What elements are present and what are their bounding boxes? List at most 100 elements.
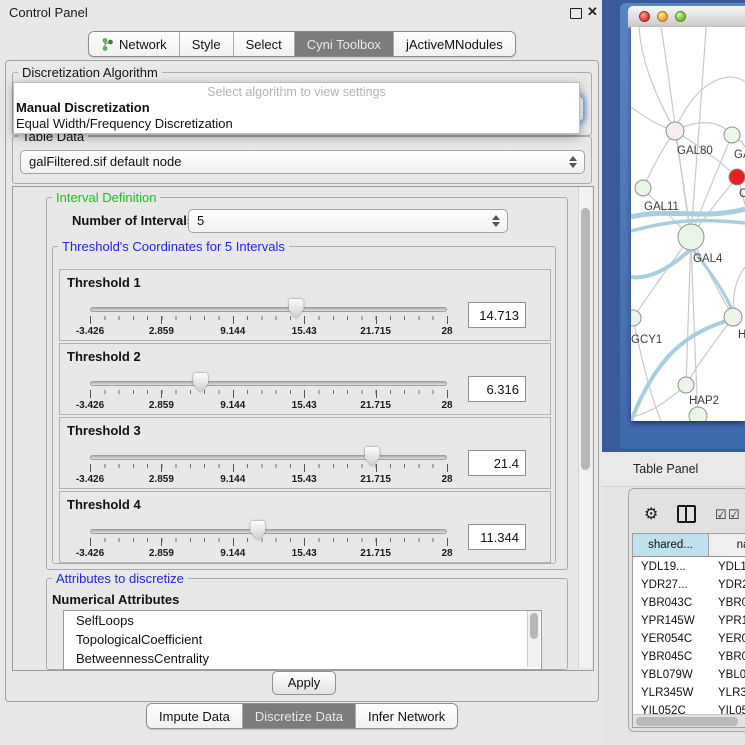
minimize-traffic-light[interactable] bbox=[657, 11, 668, 22]
table-data-combo[interactable]: galFiltered.sif default node bbox=[20, 150, 585, 174]
tab-select[interactable]: Select bbox=[234, 32, 295, 56]
close-traffic-light[interactable] bbox=[639, 11, 650, 22]
tick-label: 2.859 bbox=[149, 474, 174, 485]
tick bbox=[90, 538, 91, 546]
checkbox-icon[interactable]: ☑ bbox=[715, 507, 727, 523]
tab-cyni-toolbox[interactable]: Cyni Toolbox bbox=[295, 32, 394, 56]
tick bbox=[304, 316, 305, 324]
table-row[interactable]: YDR27...YDR277C bbox=[633, 576, 745, 594]
list-item-betweennesscentrality[interactable]: BetweennessCentrality bbox=[64, 649, 541, 668]
tab-jactivemnodules[interactable]: jActiveMNodules bbox=[394, 32, 515, 56]
number-of-intervals-combo[interactable]: 5 bbox=[188, 209, 508, 233]
column-header-name[interactable]: name bbox=[709, 534, 745, 557]
scrollbar-thumb[interactable] bbox=[581, 208, 590, 470]
control-panel-titlebar: Control Panel ✕ bbox=[0, 0, 602, 24]
apply-button[interactable]: Apply bbox=[272, 671, 336, 695]
slider-minor-ticks bbox=[90, 464, 448, 468]
slider-track[interactable] bbox=[90, 455, 447, 460]
table-row[interactable]: YER054CYER054C bbox=[633, 630, 745, 648]
network-node-gal4[interactable] bbox=[678, 224, 704, 250]
network-edge-highlighted[interactable] bbox=[631, 249, 691, 277]
tab-network[interactable]: Network bbox=[89, 32, 180, 56]
attributes-list-scrollbar[interactable] bbox=[527, 611, 540, 667]
horizontal-scrollbar[interactable] bbox=[633, 714, 745, 728]
tab-label: Cyni Toolbox bbox=[307, 33, 381, 56]
gear-icon[interactable]: ⚙ bbox=[644, 504, 658, 524]
network-edge[interactable] bbox=[691, 27, 706, 237]
threshold-label: Threshold 3 bbox=[67, 423, 141, 438]
list-item-topologicalcoefficient[interactable]: TopologicalCoefficient bbox=[64, 630, 541, 649]
slider-track[interactable] bbox=[90, 307, 447, 312]
table-row[interactable]: YBR045CYBR045C bbox=[633, 648, 745, 666]
table-row[interactable]: YDL19...YDL194W bbox=[633, 558, 745, 576]
slider-minor-ticks bbox=[90, 538, 448, 542]
network-node-gal11[interactable] bbox=[635, 180, 651, 196]
tick-label: 15.43 bbox=[292, 474, 317, 485]
split-table-icon[interactable] bbox=[677, 505, 696, 523]
threshold-value-field[interactable]: 6.316 bbox=[468, 376, 526, 402]
network-edge[interactable] bbox=[686, 237, 691, 385]
control-panel-title: Control Panel bbox=[9, 5, 88, 20]
checkbox-icon[interactable]: ☑ bbox=[728, 507, 740, 523]
tick-label: 9.144 bbox=[220, 400, 245, 411]
network-node-node-bottom[interactable] bbox=[689, 407, 707, 421]
tab-label: jActiveMNodules bbox=[406, 33, 503, 56]
tick-label: 15.43 bbox=[292, 400, 317, 411]
network-node-selected-red-node[interactable] bbox=[729, 169, 745, 185]
tick bbox=[447, 464, 448, 472]
scrollbar-thumb[interactable] bbox=[636, 717, 738, 726]
tick bbox=[304, 390, 305, 398]
scrollbar-thumb[interactable] bbox=[530, 613, 538, 639]
cell-name: YBR043C bbox=[718, 594, 745, 612]
attributes-group-title: Attributes to discretize bbox=[52, 572, 188, 586]
zoom-traffic-light[interactable] bbox=[675, 11, 686, 22]
table-row[interactable]: YPR145WYPR145W bbox=[633, 612, 745, 630]
node-label-gal80: GAL80 bbox=[677, 145, 713, 157]
network-edge[interactable] bbox=[639, 27, 675, 131]
node-table[interactable]: shared... name YDL19...YDL194WYDR27...YD… bbox=[632, 533, 745, 728]
threshold-panel-3: Threshold 3-3.4262.8599.14415.4321.71528… bbox=[59, 417, 551, 489]
number-of-intervals-value: 5 bbox=[197, 213, 204, 228]
slider-track[interactable] bbox=[90, 381, 447, 386]
tab-impute-data[interactable]: Impute Data bbox=[147, 704, 243, 728]
table-row[interactable]: YLR345WYLR345W bbox=[633, 684, 745, 702]
network-node-node-right-h[interactable] bbox=[724, 308, 742, 326]
tick-label: 9.144 bbox=[220, 326, 245, 337]
tick bbox=[90, 390, 91, 398]
cell-name: YDR277C bbox=[718, 576, 745, 594]
thresholds-group: Threshold 1-3.4262.8599.14415.4321.71528… bbox=[52, 246, 556, 564]
algorithm-option-equal-width[interactable]: Equal Width/Frequency Discretization bbox=[16, 116, 233, 131]
algorithm-option-manual[interactable]: Manual Discretization bbox=[16, 100, 150, 115]
threshold-value-field[interactable]: 11.344 bbox=[468, 524, 526, 550]
tick-label: 28 bbox=[441, 326, 452, 337]
tick-label: -3.426 bbox=[76, 548, 104, 559]
network-edge[interactable] bbox=[643, 131, 675, 188]
close-icon[interactable]: ✕ bbox=[587, 4, 598, 20]
vertical-scrollbar[interactable] bbox=[578, 187, 592, 668]
cyni-mode-tab-bar: Impute DataDiscretize DataInfer Network bbox=[146, 703, 458, 729]
threshold-value-field[interactable]: 21.4 bbox=[468, 450, 526, 476]
table-row[interactable]: YBL079WYBL079W bbox=[633, 666, 745, 684]
network-node-gcy1[interactable] bbox=[631, 310, 641, 326]
table-row[interactable]: YBR043CYBR043C bbox=[633, 594, 745, 612]
network-node-gal80[interactable] bbox=[666, 122, 684, 140]
network-node-hap2[interactable] bbox=[678, 377, 694, 393]
threshold-value-field[interactable]: 14.713 bbox=[468, 302, 526, 328]
slider-track[interactable] bbox=[90, 529, 447, 534]
threshold-panel-1: Threshold 1-3.4262.8599.14415.4321.71528… bbox=[59, 269, 551, 341]
tick-label: 15.43 bbox=[292, 548, 317, 559]
cell-shared-name: YBR045C bbox=[641, 648, 692, 666]
tab-infer-network[interactable]: Infer Network bbox=[356, 704, 457, 728]
column-header-shared-name[interactable]: shared... bbox=[633, 534, 709, 557]
list-item-selfloops[interactable]: SelfLoops bbox=[64, 611, 541, 630]
float-icon[interactable] bbox=[570, 8, 582, 19]
tick-label: 9.144 bbox=[220, 548, 245, 559]
network-canvas[interactable]: GAL80GACGAL11GAL4GCY1HHAP2 bbox=[631, 27, 745, 421]
cell-name: YER054C bbox=[718, 630, 745, 648]
algorithm-dropdown-popup: Select algorithm to view settings Manual… bbox=[13, 82, 580, 134]
tick bbox=[161, 538, 162, 546]
network-node-node-top-right[interactable] bbox=[724, 127, 740, 143]
tick-label: -3.426 bbox=[76, 326, 104, 337]
tab-style[interactable]: Style bbox=[180, 32, 234, 56]
tab-discretize-data[interactable]: Discretize Data bbox=[243, 704, 356, 728]
